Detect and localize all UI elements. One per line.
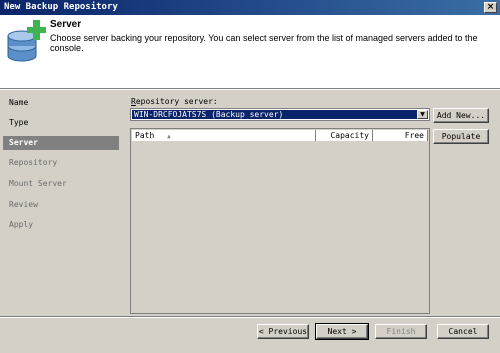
repository-server-value: WIN-DRCFOJATS7S (Backup server): [132, 110, 417, 119]
window-titlebar: New Backup Repository ×: [0, 0, 500, 15]
step-review: Review: [9, 200, 38, 209]
cancel-button[interactable]: Cancel: [437, 324, 489, 339]
repository-server-label: Repository server:: [131, 97, 218, 106]
wizard-steps: Name Type Server Repository Mount Server…: [3, 92, 119, 314]
divider: [0, 89, 500, 90]
dropdown-arrow-icon[interactable]: ▼: [417, 110, 428, 119]
previous-button[interactable]: < Previous: [257, 324, 309, 339]
column-path[interactable]: Path ▲: [132, 130, 316, 141]
step-name[interactable]: Name: [3, 96, 119, 110]
column-free[interactable]: Free: [373, 130, 428, 141]
server-volumes-table[interactable]: Path ▲ Capacity Free: [130, 128, 430, 314]
close-icon: ×: [486, 2, 495, 12]
step-server[interactable]: Server: [3, 136, 119, 150]
page-title: Server: [50, 19, 82, 30]
page-description: Choose server backing your repository. Y…: [50, 33, 478, 53]
footer-divider-highlight: [0, 317, 500, 318]
step-repository: Repository: [9, 158, 58, 167]
close-button[interactable]: ×: [484, 2, 497, 13]
wizard-content: Repository server: WIN-DRCFOJATS7S (Back…: [119, 92, 500, 314]
populate-button[interactable]: Populate: [433, 129, 489, 144]
wizard-header: Server Choose server backing your reposi…: [0, 15, 500, 89]
window-title: New Backup Repository: [4, 2, 118, 12]
finish-button[interactable]: Finish: [375, 324, 427, 339]
column-capacity[interactable]: Capacity: [316, 130, 373, 141]
next-button[interactable]: Next >: [315, 323, 369, 340]
sort-ascending-icon: ▲: [167, 133, 171, 140]
step-type[interactable]: Type: [3, 116, 119, 130]
table-header: Path ▲ Capacity Free: [132, 130, 428, 141]
step-apply: Apply: [9, 220, 34, 229]
step-mount-server: Mount Server: [9, 179, 67, 188]
add-new-button[interactable]: Add New...: [433, 108, 489, 123]
repository-add-icon: [7, 20, 46, 62]
repository-server-select[interactable]: WIN-DRCFOJATS7S (Backup server) ▼: [130, 108, 430, 121]
